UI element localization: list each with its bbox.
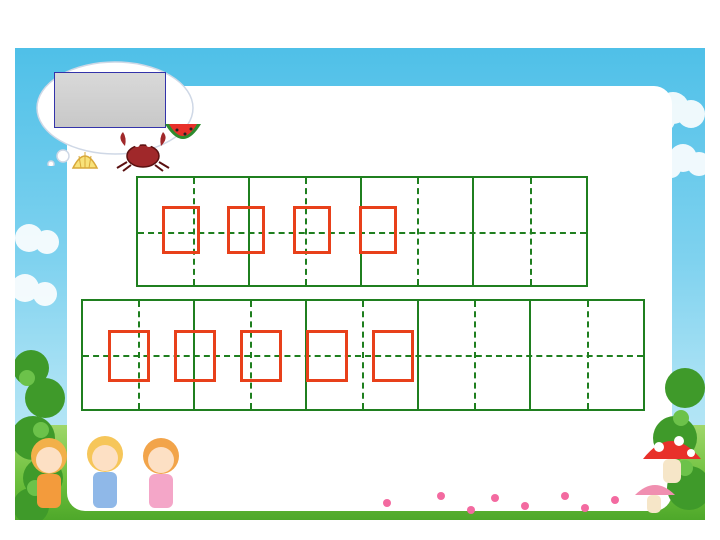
mushroom-icon	[635, 436, 701, 513]
character-glyph	[359, 206, 397, 254]
cloud-icon	[15, 224, 59, 306]
writing-grid-row-2	[81, 299, 645, 411]
flowers-decoration	[383, 492, 619, 514]
grid-center-line	[417, 178, 419, 285]
character-glyph	[240, 330, 282, 382]
character-glyph	[227, 206, 265, 254]
grid-center-line	[587, 301, 589, 409]
grid-center-line	[530, 178, 532, 285]
character-glyph	[108, 330, 150, 382]
grid-cell	[474, 178, 586, 285]
crab-icon	[116, 132, 170, 172]
shell-icon	[71, 152, 99, 169]
character-glyph	[372, 330, 414, 382]
grid-cell	[419, 301, 531, 409]
character-glyph	[306, 330, 348, 382]
character-glyph	[174, 330, 216, 382]
character-glyph	[293, 206, 331, 254]
title-box	[54, 72, 166, 128]
grid-cell	[531, 301, 643, 409]
grid-center-line	[474, 301, 476, 409]
grid-center-line	[362, 301, 364, 409]
children-illustration	[31, 436, 179, 508]
character-glyph	[162, 206, 200, 254]
